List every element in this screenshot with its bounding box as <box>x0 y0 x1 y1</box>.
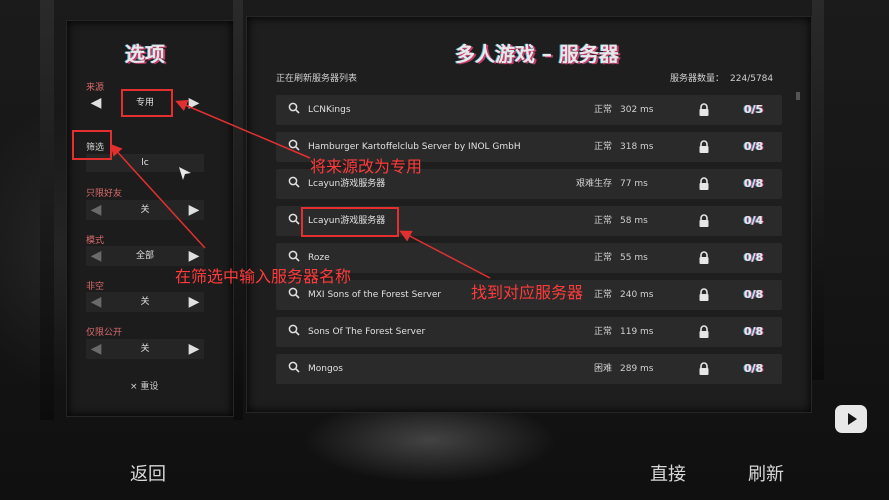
annotation-filter: 在筛选中输入服务器名称 <box>175 267 352 286</box>
back-button[interactable]: 返回 <box>130 460 166 486</box>
annotation-source: 将来源改为专用 <box>310 157 423 176</box>
annotation-server: 找到对应服务器 <box>471 283 584 302</box>
direct-connect-button[interactable]: 直接 <box>650 460 686 486</box>
refresh-button[interactable]: 刷新 <box>748 460 784 486</box>
tv-logo-icon <box>835 405 867 433</box>
annotation-arrows <box>109 99 491 279</box>
